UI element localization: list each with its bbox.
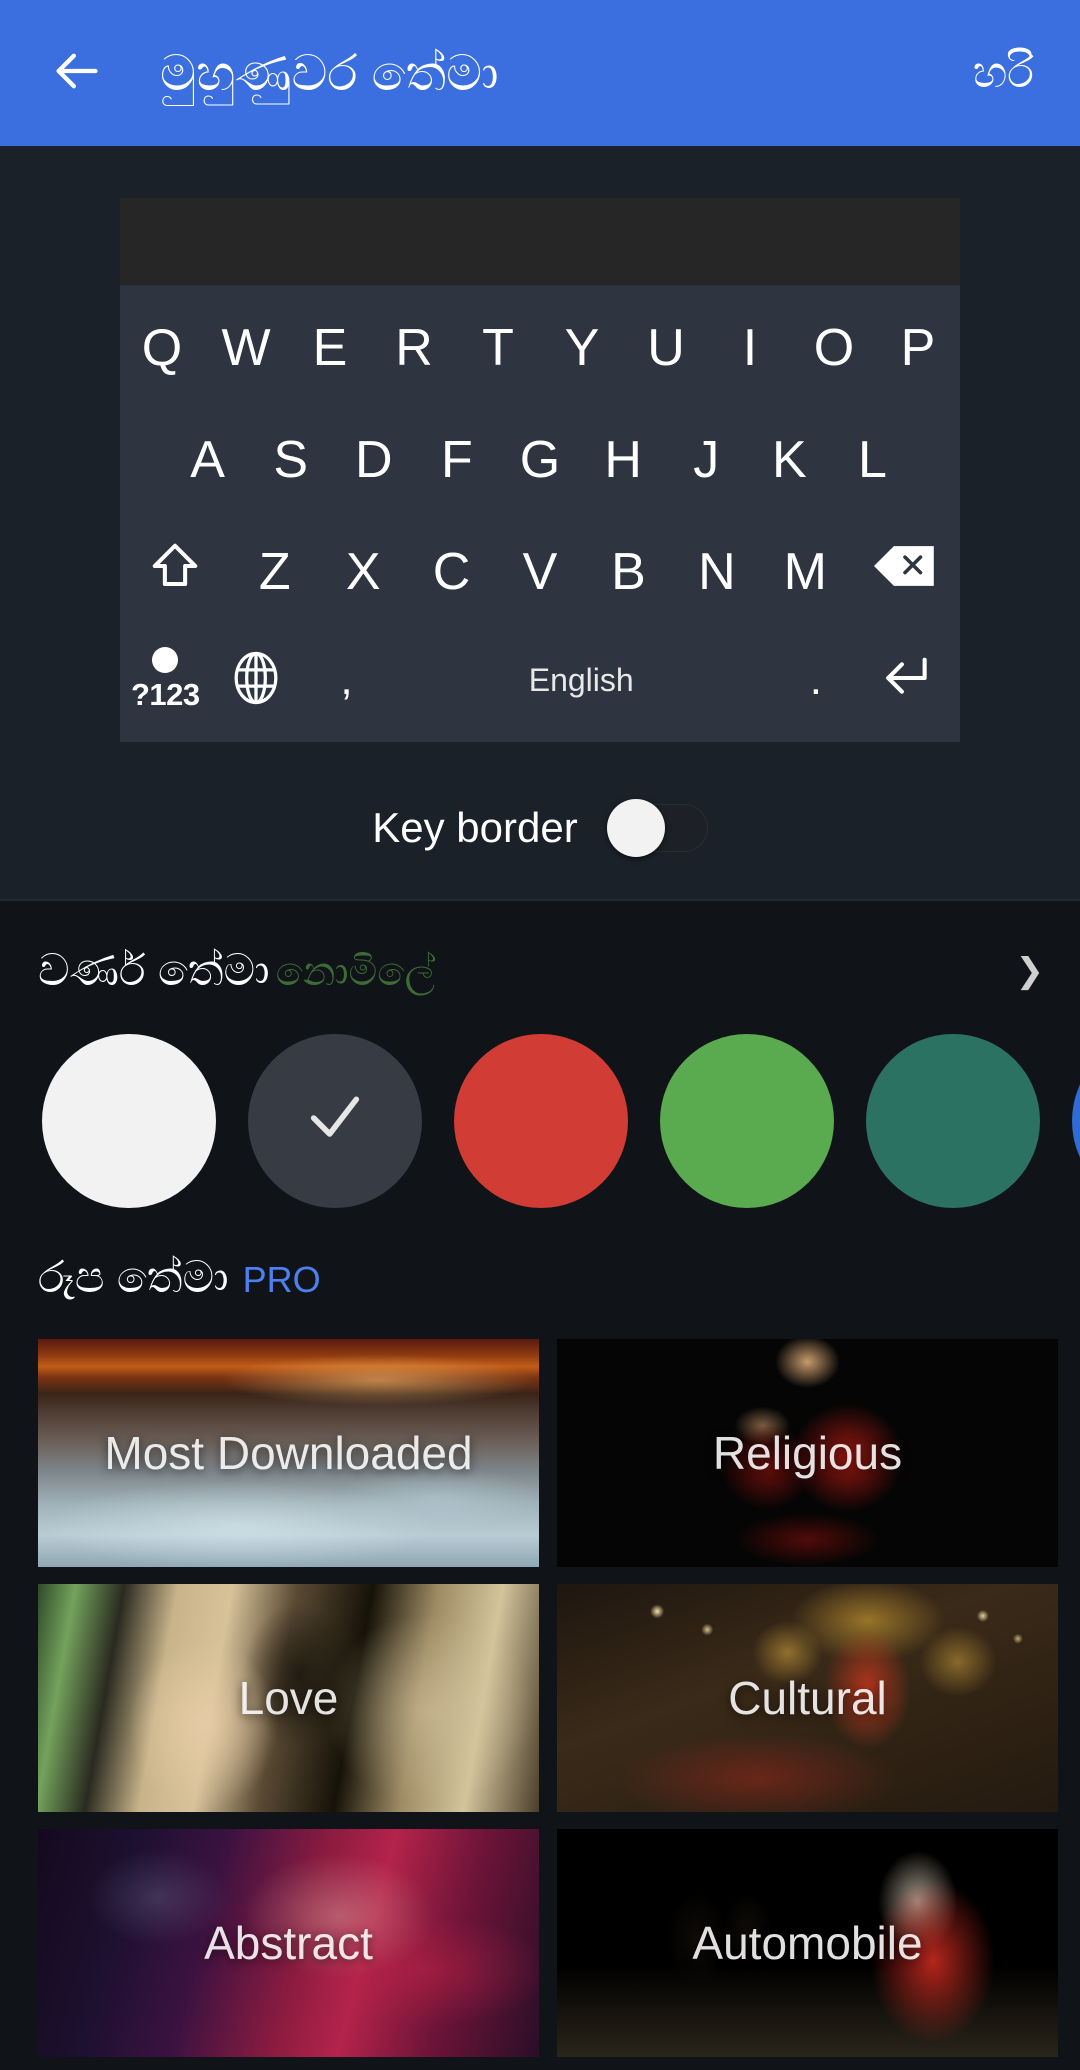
key-u[interactable]: U: [624, 292, 708, 404]
page-title: මුහුණුවර තේමා: [160, 44, 499, 101]
key-r[interactable]: R: [372, 292, 456, 404]
symbols-key-label: ?123: [130, 677, 200, 712]
toggle-knob: [606, 799, 665, 857]
key-p[interactable]: P: [876, 292, 960, 404]
theme-tile-automobile[interactable]: Automobile: [557, 1828, 1058, 2057]
enter-key[interactable]: [861, 653, 960, 708]
back-button[interactable]: [36, 33, 116, 113]
key-border-row: Key border: [372, 799, 708, 857]
image-theme-section: රූප තේමා PRO Most Downloaded Religious L…: [0, 1208, 1080, 2070]
tile-caption: Cultural: [728, 1671, 887, 1724]
key-b[interactable]: B: [584, 516, 672, 628]
key-d[interactable]: D: [332, 404, 415, 516]
keyboard-row-2: A S D F G H J K L: [120, 404, 960, 516]
key-g[interactable]: G: [498, 404, 581, 516]
key-j[interactable]: J: [665, 404, 748, 516]
backspace-icon: [873, 542, 936, 602]
key-f[interactable]: F: [415, 404, 498, 516]
key-t[interactable]: T: [456, 292, 540, 404]
key-c[interactable]: C: [407, 516, 495, 628]
key-n[interactable]: N: [673, 516, 761, 628]
image-theme-grid: Most Downloaded Religious Love Cultural …: [0, 1305, 1080, 2070]
backspace-key[interactable]: [849, 516, 960, 628]
color-swatch-white[interactable]: [42, 1033, 216, 1208]
tile-caption: Most Downloaded: [104, 1426, 473, 1479]
color-theme-header: වර්ණ තේමා නොමිලේ ❯: [0, 901, 1080, 998]
theme-tile-abstract[interactable]: Abstract: [38, 1828, 539, 2057]
globe-language-icon: [228, 650, 284, 711]
theme-tile-cultural[interactable]: Cultural: [557, 1583, 1058, 1812]
color-swatch-red[interactable]: [454, 1033, 628, 1208]
theme-tile-religious[interactable]: Religious: [557, 1338, 1058, 1567]
color-theme-title: වර්ණ තේමා: [38, 946, 270, 995]
key-y[interactable]: Y: [540, 292, 624, 404]
tile-caption: Love: [238, 1671, 339, 1724]
color-theme-section: වර්ණ තේමා නොමිලේ ❯: [0, 901, 1080, 1208]
check-icon: [303, 1086, 367, 1155]
app-bar: මුහුණුවර තේමා හරි: [0, 0, 1080, 146]
keyboard-row-3: Z X C V B N M: [120, 516, 960, 628]
color-swatch-teal[interactable]: [866, 1033, 1040, 1208]
shift-up-icon: [148, 539, 202, 606]
chevron-right-icon[interactable]: ❯: [1016, 951, 1045, 991]
confirm-button[interactable]: හරි: [973, 48, 1044, 97]
keyboard-rows: Q W E R T Y U I O P A S D F G H J K L Z …: [120, 286, 960, 742]
key-k[interactable]: K: [748, 404, 831, 516]
key-v[interactable]: V: [496, 516, 584, 628]
dot-indicator-icon: [152, 647, 179, 673]
free-badge: නොමිලේ: [275, 950, 436, 994]
shift-key[interactable]: [120, 516, 231, 628]
theme-tile-most-downloaded[interactable]: Most Downloaded: [38, 1338, 539, 1567]
image-theme-title: රූප තේමා: [38, 1252, 229, 1302]
theme-tile-love[interactable]: Love: [38, 1583, 539, 1812]
suggestion-bar[interactable]: [120, 198, 960, 286]
enter-return-icon: [883, 653, 939, 708]
pro-badge: PRO: [242, 1258, 321, 1300]
tile-caption: Automobile: [692, 1916, 923, 1969]
key-l[interactable]: L: [831, 404, 914, 516]
space-key[interactable]: English: [392, 662, 771, 699]
keyboard-preview-panel: Q W E R T Y U I O P A S D F G H J K L Z …: [0, 146, 1080, 901]
key-h[interactable]: H: [582, 404, 665, 516]
key-q[interactable]: Q: [120, 292, 204, 404]
color-swatch-green[interactable]: [660, 1033, 834, 1208]
color-swatch-list[interactable]: [0, 998, 1080, 1208]
key-border-toggle[interactable]: [606, 799, 708, 857]
symbols-key[interactable]: ?123: [120, 647, 211, 713]
key-a[interactable]: A: [166, 404, 249, 516]
key-i[interactable]: I: [708, 292, 792, 404]
key-border-label: Key border: [372, 804, 578, 851]
key-s[interactable]: S: [249, 404, 332, 516]
arrow-left-icon: [50, 45, 102, 102]
key-o[interactable]: O: [792, 292, 876, 404]
key-z[interactable]: Z: [231, 516, 319, 628]
keyboard-row-4: ?123 , English .: [120, 628, 960, 732]
keyboard-row-1: Q W E R T Y U I O P: [120, 292, 960, 404]
key-x[interactable]: X: [319, 516, 407, 628]
keyboard-preview: Q W E R T Y U I O P A S D F G H J K L Z …: [120, 198, 960, 742]
image-theme-header: රූප තේමා PRO: [0, 1208, 1080, 1305]
period-key[interactable]: .: [771, 655, 862, 705]
tile-caption: Religious: [712, 1426, 903, 1479]
comma-key[interactable]: ,: [301, 655, 392, 705]
key-m[interactable]: M: [761, 516, 849, 628]
key-e[interactable]: E: [288, 292, 372, 404]
color-swatch-dark[interactable]: [248, 1033, 422, 1208]
color-swatch-blue[interactable]: [1072, 1033, 1080, 1208]
language-switch-key[interactable]: [211, 650, 302, 711]
tile-caption: Abstract: [204, 1916, 373, 1969]
key-w[interactable]: W: [204, 292, 288, 404]
